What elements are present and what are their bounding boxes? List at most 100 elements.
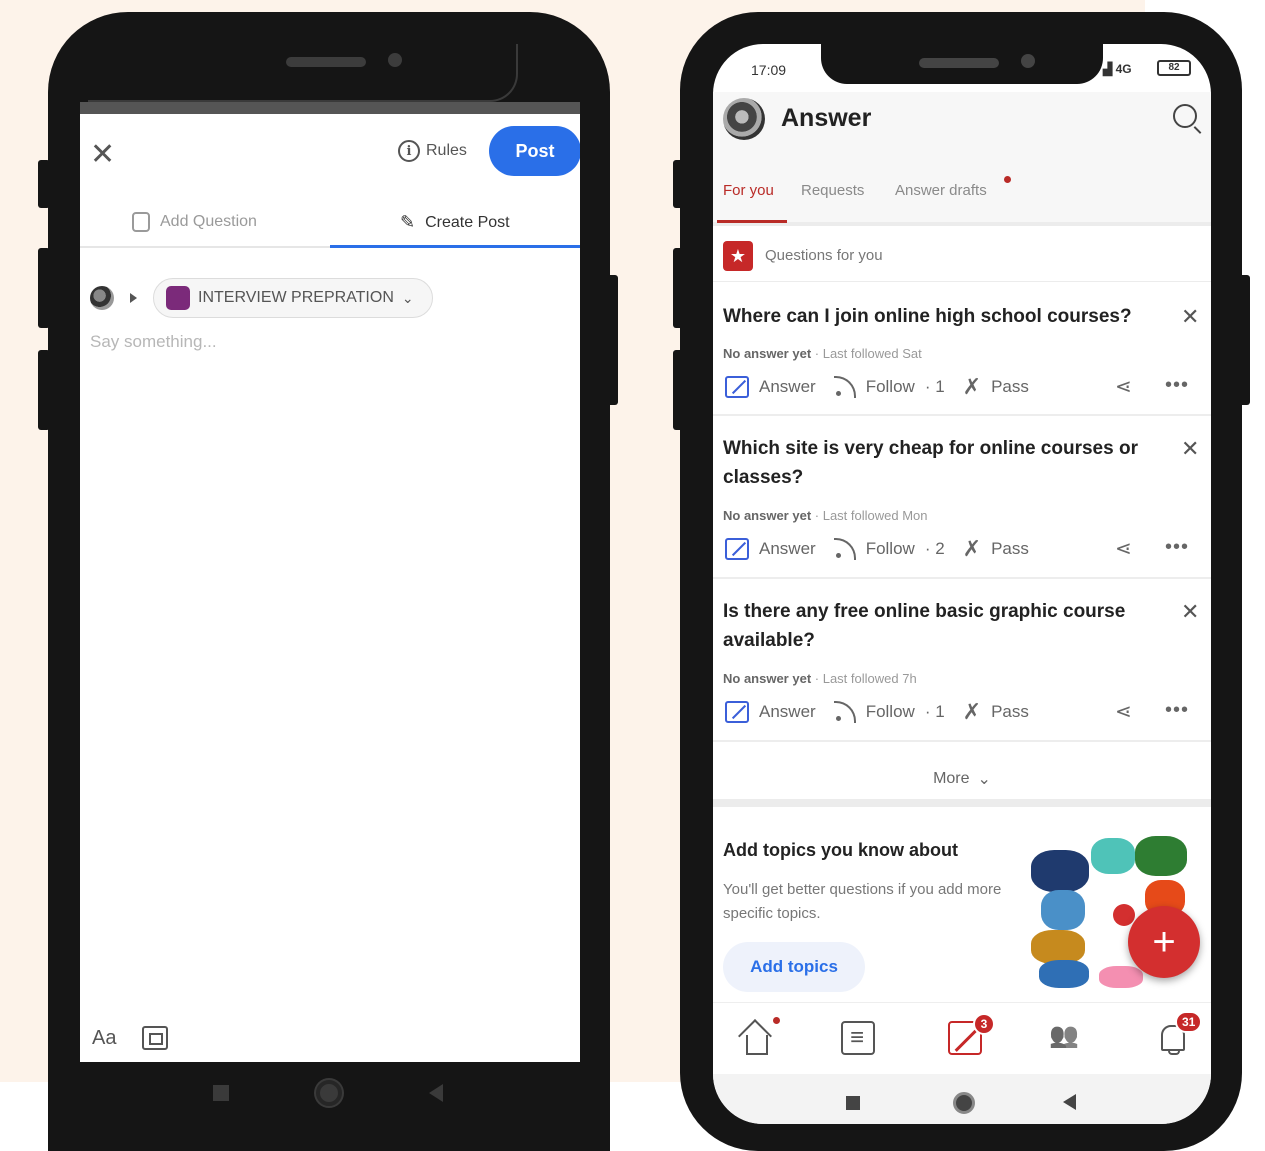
rules-button[interactable]: i Rules (398, 140, 467, 162)
answer-button[interactable]: Answer (725, 376, 816, 398)
active-tab-indicator (330, 245, 580, 248)
space-icon (166, 286, 190, 310)
answer-tabs: For you Requests Answer drafts (713, 148, 1211, 226)
page-title: Answer (781, 104, 872, 132)
tab-label: Create Post (425, 213, 510, 231)
question-title[interactable]: Is there any free online basic graphic c… (723, 597, 1163, 655)
add-topics-button[interactable]: Add topics (723, 942, 865, 992)
dismiss-icon[interactable]: ✕ (1181, 436, 1199, 462)
follow-label: Follow (865, 539, 915, 558)
dismiss-icon[interactable]: ✕ (1181, 304, 1199, 330)
chevron-down-icon: ⌄ (401, 289, 414, 306)
status-network: ▟ 4G (1103, 62, 1132, 76)
pass-label: Pass (991, 377, 1029, 396)
left-phone: ✕ i Rules Post Add Question ✎ Create Pos… (48, 12, 610, 1151)
add-topics-card: Add topics you know about You'll get bet… (713, 812, 1211, 1002)
back-icon[interactable] (1063, 1094, 1076, 1110)
more-options-icon[interactable]: ••• (1165, 699, 1189, 722)
camera (1021, 54, 1035, 68)
answer-label: Answer (759, 377, 816, 396)
question-card[interactable]: Is there any free online basic graphic c… (713, 579, 1211, 742)
follow-button[interactable]: Follow · 1 (833, 701, 945, 723)
answer-label: Answer (759, 702, 816, 721)
text-format-button[interactable]: Aa (92, 1027, 116, 1050)
follow-label: Follow (865, 702, 915, 721)
system-nav-bar (213, 1080, 443, 1106)
topics-title: Add topics you know about (723, 840, 958, 860)
dismiss-icon[interactable]: ✕ (1181, 599, 1199, 625)
search-icon[interactable] (1173, 104, 1197, 128)
follow-button[interactable]: Follow · 2 (833, 538, 945, 560)
answer-status: No answer yet (723, 508, 812, 523)
recents-icon[interactable] (846, 1096, 860, 1110)
more-options-icon[interactable]: ••• (1165, 536, 1189, 559)
status-bar (80, 102, 580, 114)
home-nav-icon[interactable] (953, 1092, 975, 1114)
more-label: More (933, 770, 970, 787)
follow-icon (833, 701, 856, 723)
battery-icon: 82 (1157, 60, 1191, 76)
home-nav-icon[interactable] (316, 1080, 342, 1106)
more-button[interactable]: More ⌄ (713, 759, 1211, 807)
question-icon (132, 212, 150, 232)
info-icon: i (398, 140, 420, 162)
tab-requests[interactable]: Requests (801, 182, 864, 199)
follow-count: · 1 (924, 702, 945, 721)
answer-button[interactable]: Answer (725, 701, 816, 723)
more-options-icon[interactable]: ••• (1165, 374, 1189, 397)
recents-icon[interactable] (213, 1085, 229, 1101)
question-meta: No answer yet · Last followed Mon (723, 508, 928, 523)
answer-icon (725, 538, 749, 560)
question-title[interactable]: Which site is very cheap for online cour… (723, 434, 1163, 492)
app-header: Answer (713, 92, 1211, 148)
image-icon[interactable] (142, 1026, 169, 1050)
post-button[interactable]: Post (489, 126, 580, 176)
follow-count: · 2 (924, 539, 945, 558)
pass-label: Pass (991, 702, 1029, 721)
tab-create-post[interactable]: ✎ Create Post (400, 212, 510, 233)
close-icon[interactable]: ✕ (90, 140, 115, 170)
bottom-nav: 3 31 (713, 1002, 1211, 1072)
question-title[interactable]: Where can I join online high school cour… (723, 302, 1163, 331)
answer-badge: 3 (973, 1013, 995, 1035)
share-icon[interactable]: ⋖ (1115, 536, 1132, 561)
follow-count: · 1 (924, 377, 945, 396)
create-post-screen: ✕ i Rules Post Add Question ✎ Create Pos… (80, 102, 580, 1062)
post-input[interactable]: Say something... (90, 332, 217, 352)
share-icon[interactable]: ⋖ (1115, 699, 1132, 724)
pass-button[interactable]: ✗ Pass (963, 538, 1029, 560)
following-icon[interactable] (841, 1021, 875, 1055)
notch (88, 44, 518, 102)
pencil-icon: ✎ (400, 212, 416, 232)
space-name: INTERVIEW PREPRATION (198, 289, 394, 306)
follow-button[interactable]: Follow · 1 (833, 376, 945, 398)
back-icon[interactable] (429, 1084, 443, 1102)
answer-status: No answer yet (723, 346, 812, 361)
post-target-row: INTERVIEW PREPRATION ⌄ (90, 278, 433, 318)
answer-status: No answer yet (723, 671, 812, 686)
post-tabs: Add Question ✎ Create Post (80, 204, 580, 248)
follow-label: Follow (865, 377, 915, 396)
tab-add-question[interactable]: Add Question (132, 212, 257, 232)
share-icon[interactable]: ⋖ (1115, 374, 1132, 399)
question-card[interactable]: Where can I join online high school cour… (713, 282, 1211, 416)
answer-icon (725, 701, 749, 723)
spaces-icon[interactable] (1049, 1021, 1083, 1055)
tab-for-you[interactable]: For you (723, 182, 774, 199)
avatar[interactable] (723, 98, 765, 140)
star-icon: ★ (723, 241, 753, 271)
answer-button[interactable]: Answer (725, 538, 816, 560)
caret-right-icon (130, 293, 137, 303)
last-followed: · Last followed Sat (814, 346, 922, 361)
question-meta: No answer yet · Last followed Sat (723, 346, 922, 361)
tab-answer-drafts[interactable]: Answer drafts (895, 182, 987, 199)
add-fab-button[interactable]: + (1128, 906, 1200, 978)
pass-button[interactable]: ✗ Pass (963, 376, 1029, 398)
question-card[interactable]: Which site is very cheap for online cour… (713, 416, 1211, 579)
rules-label: Rules (426, 142, 467, 159)
space-selector[interactable]: INTERVIEW PREPRATION ⌄ (153, 278, 433, 318)
avatar[interactable] (90, 286, 114, 310)
pass-icon: ✗ (962, 536, 982, 561)
home-icon[interactable] (738, 1021, 772, 1055)
pass-button[interactable]: ✗ Pass (963, 701, 1029, 723)
